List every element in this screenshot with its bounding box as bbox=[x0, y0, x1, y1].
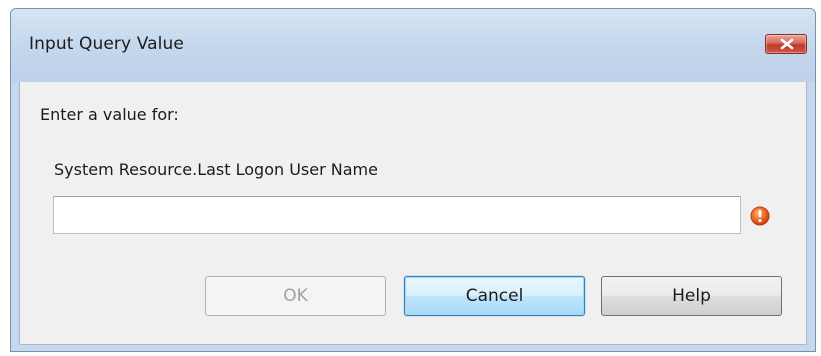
input-query-value-dialog: Input Query Value Enter a value for: Sys… bbox=[10, 8, 816, 352]
field-label: System Resource.Last Logon User Name bbox=[54, 160, 378, 179]
title-bar[interactable]: Input Query Value bbox=[11, 9, 815, 82]
close-icon bbox=[780, 38, 794, 50]
help-button[interactable]: Help bbox=[601, 276, 782, 316]
value-input[interactable] bbox=[53, 196, 741, 234]
prompt-label: Enter a value for: bbox=[40, 105, 179, 124]
dialog-title: Input Query Value bbox=[29, 34, 184, 54]
dialog-content: Enter a value for: System Resource.Last … bbox=[19, 82, 807, 345]
error-icon bbox=[750, 206, 770, 226]
close-button[interactable] bbox=[765, 34, 807, 54]
ok-button[interactable]: OK bbox=[205, 276, 386, 316]
cancel-button[interactable]: Cancel bbox=[404, 276, 585, 316]
